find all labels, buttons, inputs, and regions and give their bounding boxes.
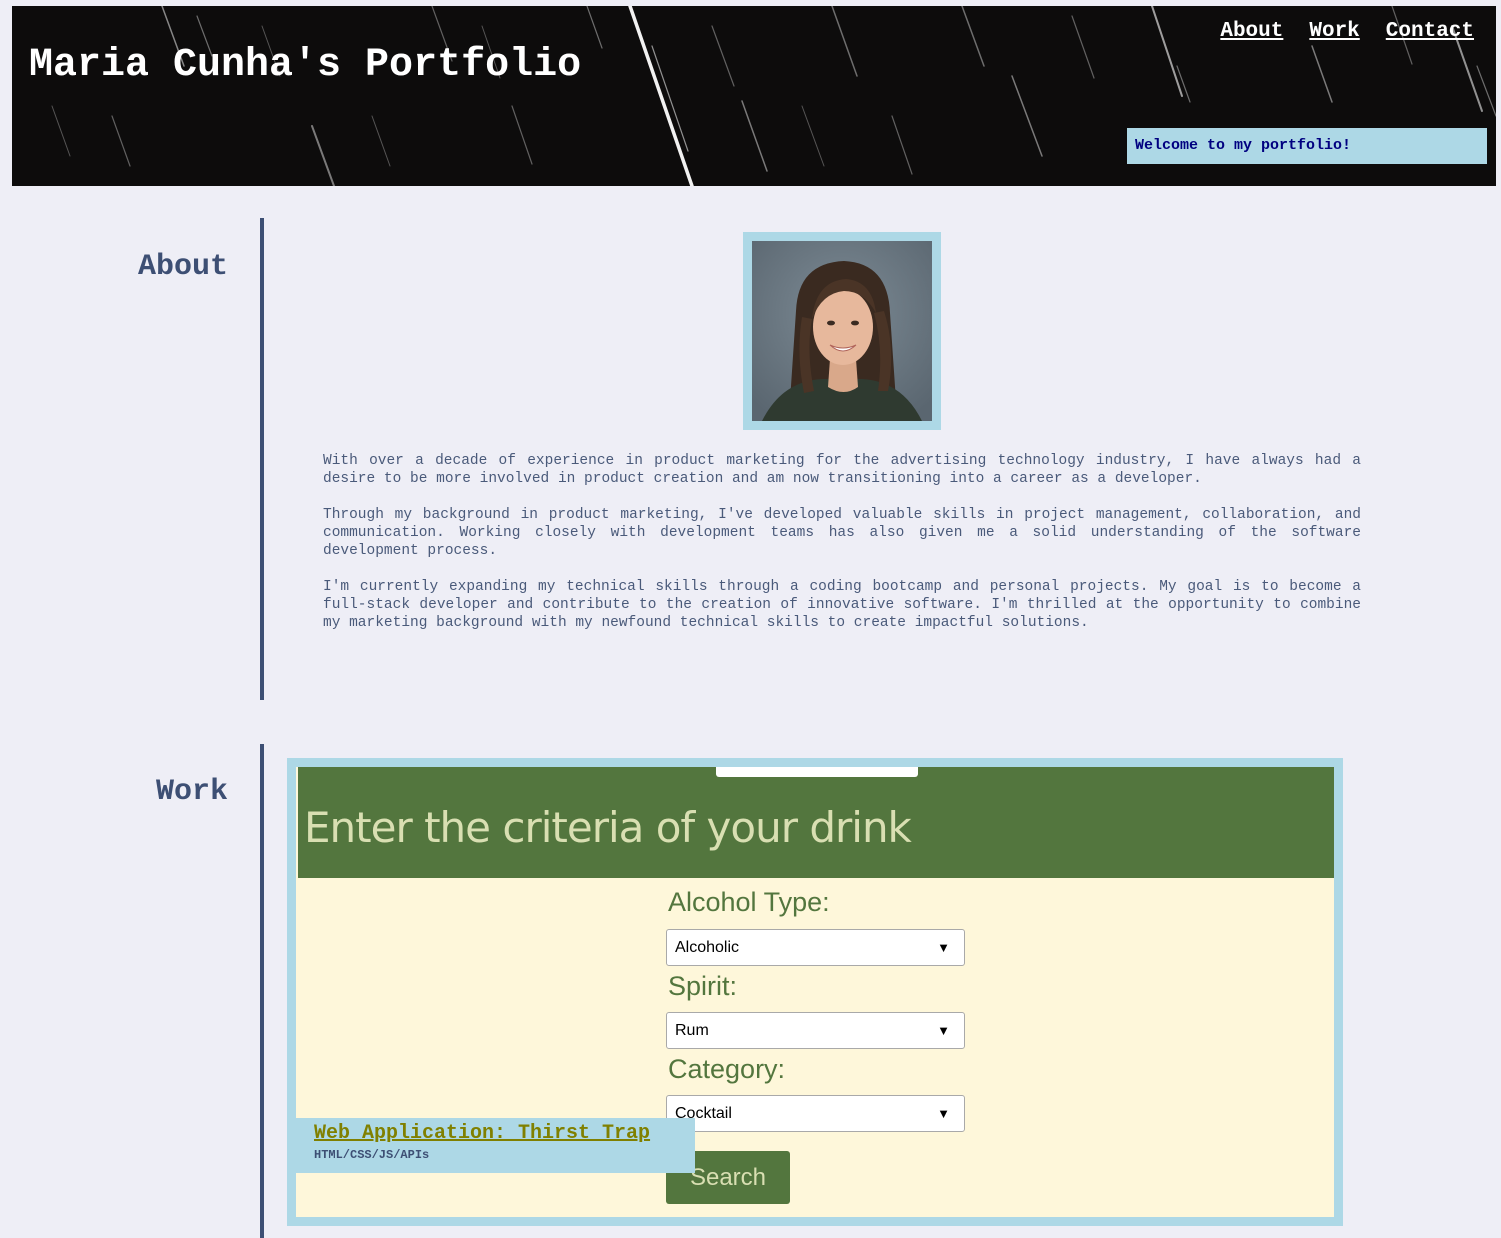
project-caption: Web Application: Thirst Trap HTML/CSS/JS…: [296, 1118, 695, 1173]
category-select: Cocktail ▼: [666, 1095, 965, 1132]
about-paragraph: With over a decade of experience in prod…: [323, 453, 1361, 487]
chevron-down-icon: ▼: [937, 940, 950, 955]
spirit-value: Rum: [675, 1022, 709, 1039]
project-tech-stack: HTML/CSS/JS/APIs: [314, 1148, 430, 1162]
app-top-tab: [716, 767, 918, 777]
alcohol-type-select: Alcoholic ▼: [666, 929, 965, 966]
profile-photo: [752, 241, 932, 421]
app-headline: Enter the criteria of your drink: [304, 803, 912, 852]
spirit-select: Rum ▼: [666, 1012, 965, 1049]
spirit-label: Spirit:: [668, 971, 738, 1001]
nav-link-about[interactable]: About: [1220, 20, 1283, 43]
site-header: Maria Cunha's Portfolio About Work Conta…: [12, 6, 1496, 186]
work-divider: [260, 744, 264, 1238]
site-title: Maria Cunha's Portfolio: [29, 43, 582, 88]
welcome-banner: Welcome to my portfolio!: [1127, 128, 1487, 164]
about-paragraph: I'm currently expanding my technical ski…: [323, 579, 1361, 631]
about-bio: With over a decade of experience in prod…: [323, 452, 1361, 650]
alcohol-type-label: Alcohol Type:: [668, 887, 830, 917]
about-heading: About: [137, 250, 228, 284]
nav-link-work[interactable]: Work: [1309, 20, 1359, 43]
chevron-down-icon: ▼: [937, 1106, 950, 1121]
about-divider: [260, 218, 264, 700]
alcohol-type-value: Alcoholic: [675, 939, 740, 956]
project-title-link[interactable]: Web Application: Thirst Trap: [314, 1122, 695, 1146]
category-label: Category:: [668, 1054, 786, 1084]
profile-photo-frame: [743, 232, 941, 430]
nav-link-contact[interactable]: Contact: [1386, 20, 1474, 43]
chevron-down-icon: ▼: [937, 1023, 950, 1038]
app-banner: Enter the criteria of your drink: [298, 767, 1334, 878]
about-paragraph: Through my background in product marketi…: [323, 507, 1361, 559]
work-heading: Work: [155, 775, 228, 809]
main-nav: About Work Contact: [1220, 20, 1474, 43]
